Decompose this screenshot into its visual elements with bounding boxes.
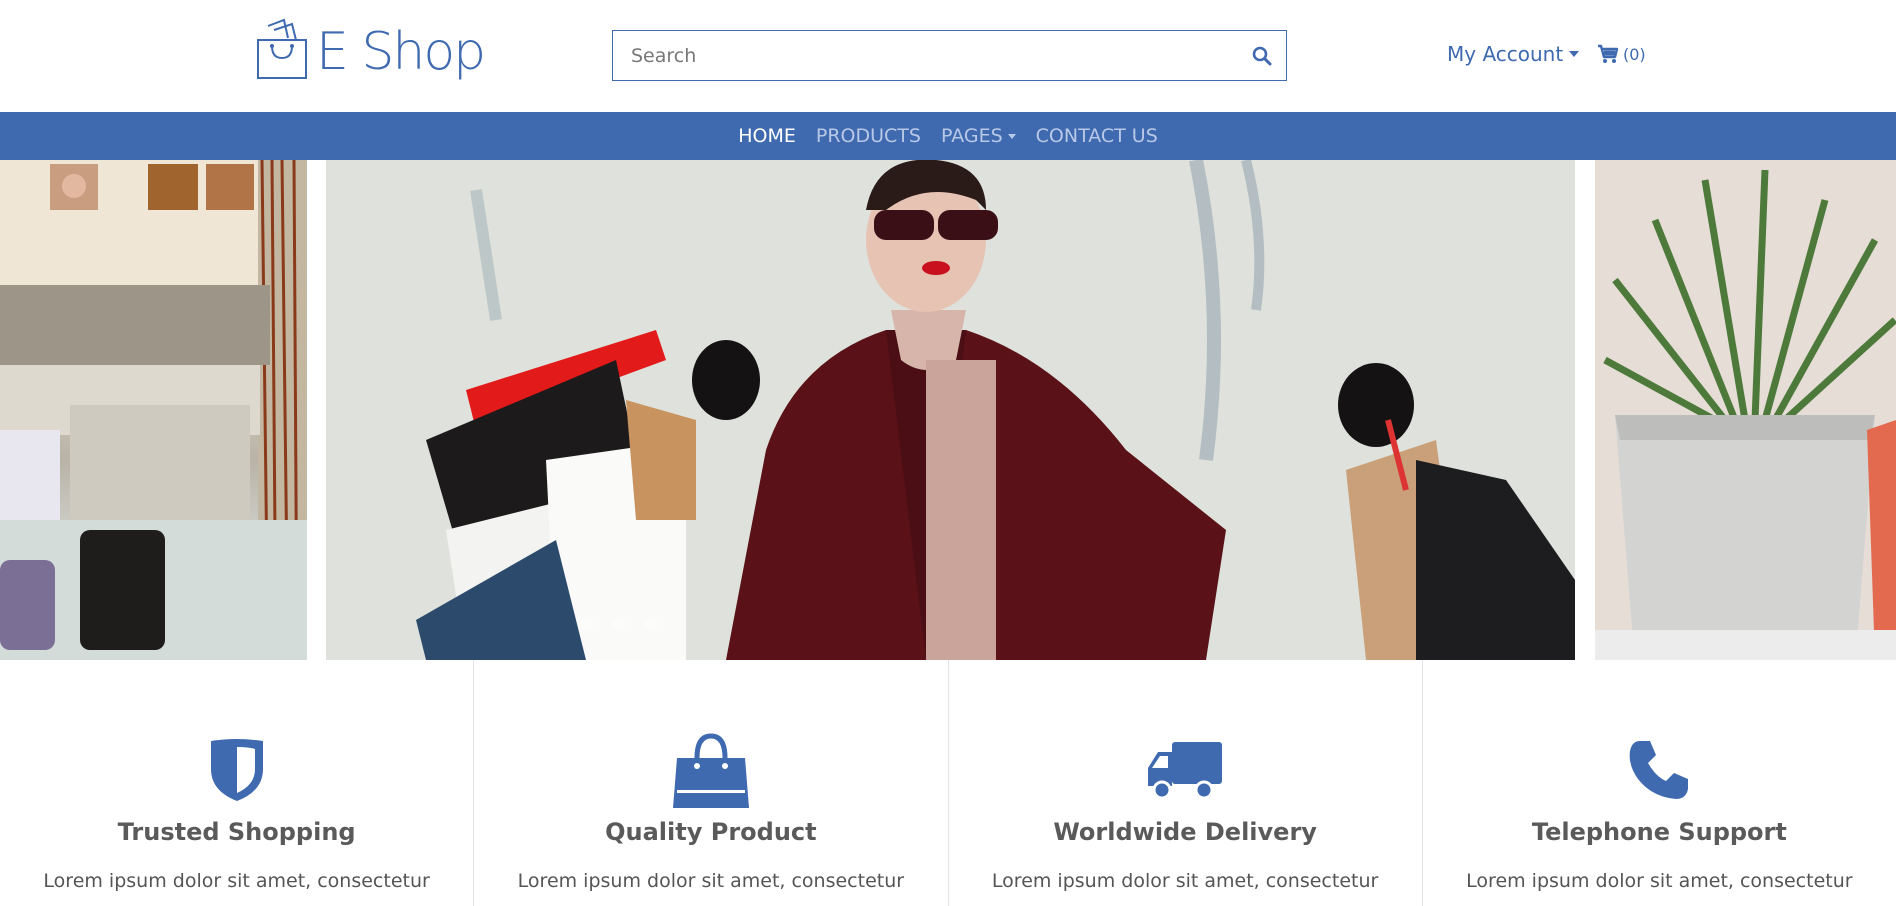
- caret-down-icon: [1007, 133, 1016, 139]
- shopping-cart-icon: [1598, 44, 1619, 63]
- search-input[interactable]: [613, 31, 1238, 80]
- nav-home[interactable]: HOME: [738, 125, 796, 147]
- search-icon: [1252, 46, 1272, 65]
- feature-title: Quality Product: [605, 818, 817, 846]
- brand-name: E Shop: [316, 22, 486, 82]
- carousel-dot-2[interactable]: [612, 617, 626, 631]
- nav-pages-label: PAGES: [940, 125, 1003, 147]
- feature-trusted-shopping: Trusted Shopping Lorem ipsum dolor sit a…: [0, 660, 475, 906]
- truck-icon: [1148, 742, 1223, 800]
- search-button[interactable]: [1238, 31, 1286, 80]
- feature-title: Worldwide Delivery: [1053, 818, 1317, 846]
- carousel-slide-next[interactable]: [1595, 160, 1896, 660]
- feature-title: Telephone Support: [1531, 818, 1787, 846]
- feature-worldwide-delivery: Worldwide Delivery Lorem ipsum dolor sit…: [949, 660, 1423, 906]
- nav-products[interactable]: PRODUCTS: [816, 125, 921, 147]
- search-bar: [612, 30, 1287, 81]
- shopping-bag-icon: [672, 733, 749, 808]
- logo[interactable]: E Shop: [254, 16, 486, 82]
- nav-contact-us[interactable]: CONTACT US: [1036, 125, 1158, 147]
- main-nav: HOME PRODUCTS PAGES CONTACT US: [0, 112, 1896, 160]
- feature-text: Lorem ipsum dolor sit amet, consectetur: [1466, 870, 1853, 892]
- potted-plants-image: [1595, 160, 1896, 660]
- nav-products-label: PRODUCTS: [815, 125, 921, 147]
- carousel-dot-3[interactable]: [644, 617, 658, 631]
- cart-button[interactable]: (0): [1597, 44, 1646, 64]
- my-account-label: My Account: [1447, 42, 1564, 66]
- feature-text: Lorem ipsum dolor sit amet, consectetur: [991, 870, 1379, 892]
- phone-icon: [1630, 741, 1689, 799]
- header: E Shop My Account (0): [0, 0, 1896, 112]
- nav-pages-dropdown[interactable]: PAGES: [941, 125, 1016, 147]
- my-account-dropdown[interactable]: My Account: [1447, 42, 1580, 66]
- carousel-slide-active[interactable]: [326, 160, 1575, 660]
- feature-text: Lorem ipsum dolor sit amet, consectetur: [517, 870, 905, 892]
- shopping-bag-logo-icon: [257, 18, 307, 79]
- caret-down-icon: [1569, 51, 1580, 57]
- carousel-indicators: [580, 617, 658, 631]
- hero-carousel: [0, 160, 1896, 660]
- nav-home-label: HOME: [738, 125, 796, 147]
- cart-count: (0): [1623, 44, 1646, 64]
- nav-contact-label: CONTACT US: [1035, 125, 1158, 147]
- feature-telephone-support: Telephone Support Lorem ipsum dolor sit …: [1423, 660, 1896, 906]
- feature-quality-product: Quality Product Lorem ipsum dolor sit am…: [474, 660, 949, 906]
- store-interior-image: [0, 160, 307, 660]
- feature-title: Trusted Shopping: [117, 818, 356, 846]
- features-row: Trusted Shopping Lorem ipsum dolor sit a…: [0, 660, 1896, 906]
- feature-text: Lorem ipsum dolor sit amet, consectetur: [43, 870, 430, 892]
- carousel-slide-prev[interactable]: [0, 160, 307, 660]
- carousel-dot-1[interactable]: [580, 617, 594, 631]
- shield-icon: [210, 739, 263, 801]
- woman-with-shopping-bags-image: [326, 160, 1575, 660]
